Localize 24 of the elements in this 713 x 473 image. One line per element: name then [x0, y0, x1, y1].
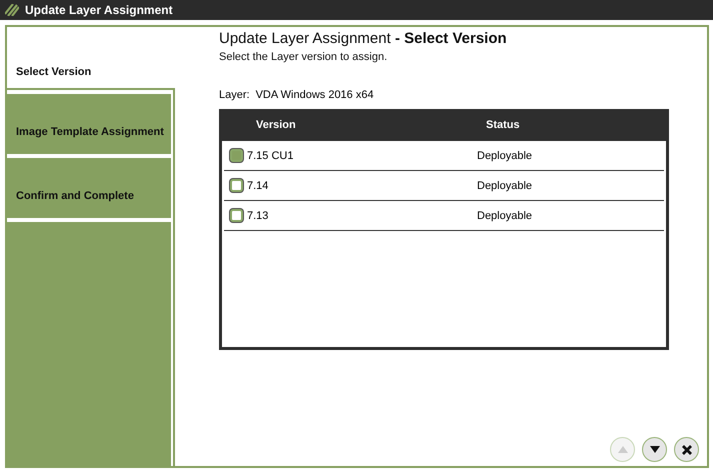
down-arrow-icon: [650, 446, 660, 453]
table-cell-text: 7.14: [247, 180, 270, 192]
table-cell: Deployable: [477, 180, 532, 192]
layer-label: Layer:: [219, 89, 250, 101]
column-header: Status: [486, 119, 520, 131]
stripes-icon: [5, 4, 19, 16]
up-arrow-icon: [618, 446, 628, 453]
wizard-step[interactable]: Confirm and Complete: [7, 158, 171, 218]
layer-name: VDA Windows 2016 x64: [256, 89, 374, 101]
instruction-text: Select the Layer version to assign.: [219, 51, 388, 63]
column-header: Version: [256, 119, 297, 131]
next-button[interactable]: [642, 437, 667, 462]
close-icon: [682, 444, 692, 454]
wizard-step[interactable]: Image Template Assignment: [7, 94, 171, 154]
radio-box[interactable]: [230, 179, 243, 192]
table-cell-text: 7.15 CU1: [247, 150, 294, 162]
radio-box[interactable]: [230, 209, 243, 222]
window-title: Update Layer Assignment: [25, 3, 173, 17]
radio-box[interactable]: [230, 149, 243, 162]
page-heading: Update Layer Assignment - Select Version: [219, 30, 508, 47]
close-button[interactable]: [674, 437, 699, 462]
table-cell-text: 7.13: [247, 210, 270, 222]
table-cell: Deployable: [477, 210, 532, 222]
table-cell: Deployable: [477, 150, 532, 162]
